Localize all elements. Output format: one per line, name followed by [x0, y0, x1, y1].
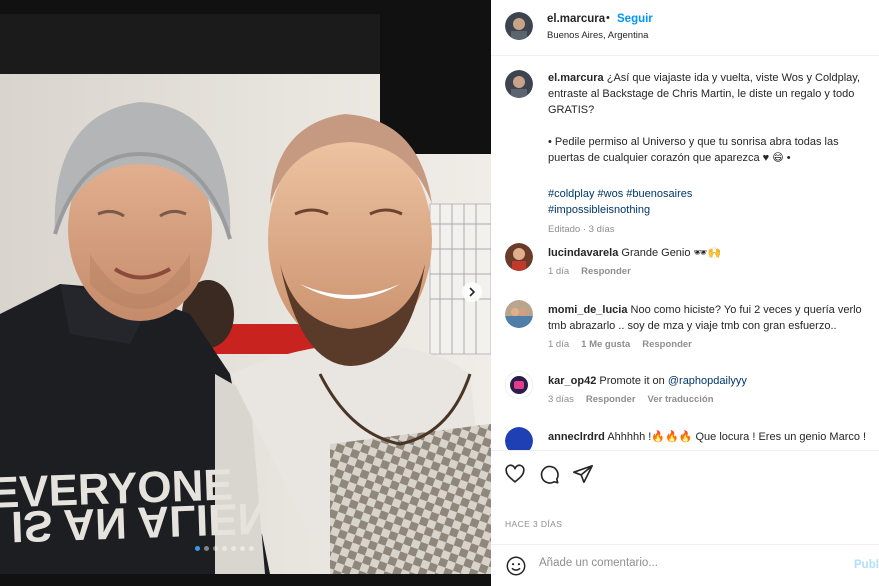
avatar[interactable] — [505, 371, 533, 399]
post-image: EVERYONE IS AN ALIEN — [0, 14, 491, 574]
comment-username[interactable]: momi_de_lucia — [548, 304, 627, 316]
hashtag-link[interactable]: #coldplay — [548, 188, 594, 200]
comment-text: Promote it on — [599, 375, 668, 387]
post-location[interactable]: Buenos Aires, Argentina — [547, 30, 648, 41]
translate-button[interactable]: Ver traducción — [648, 394, 714, 405]
reply-button[interactable]: Responder — [581, 266, 631, 277]
avatar[interactable] — [505, 70, 533, 98]
post-date[interactable]: HACE 3 DÍAS — [505, 519, 562, 529]
post-header: el.marcura • Seguir Buenos Aires, Argent… — [491, 0, 879, 56]
follow-button[interactable]: Seguir — [617, 13, 653, 25]
hashtag-link[interactable]: #impossibleisnothing — [548, 204, 650, 216]
carousel-dot — [222, 546, 227, 551]
avatar[interactable] — [505, 243, 533, 271]
comment-time[interactable]: 1 día — [548, 266, 569, 277]
carousel-dot — [231, 546, 236, 551]
caption-username[interactable]: el.marcura — [548, 72, 604, 84]
svg-text:IS AN ALIEN: IS AN ALIEN — [10, 493, 270, 551]
carousel-next-button[interactable] — [462, 282, 482, 302]
carousel-dot — [240, 546, 245, 551]
reply-button[interactable]: Responder — [642, 339, 692, 350]
heart-icon[interactable] — [504, 463, 526, 485]
comment-icon[interactable] — [538, 463, 560, 485]
hashtag-link[interactable]: #buenosaires — [626, 188, 692, 200]
comment-input[interactable] — [539, 557, 839, 569]
avatar[interactable] — [505, 300, 533, 328]
hashtag-link[interactable]: #wos — [598, 188, 624, 200]
comment-username[interactable]: anneclrdrd — [548, 431, 605, 443]
comment-text: Ahhhhh !🔥🔥🔥 Que locura ! Eres un genio M… — [607, 431, 867, 443]
hashtags: #coldplay #wos #buenosaires #impossiblei… — [548, 186, 878, 218]
avatar[interactable] — [505, 427, 533, 450]
comment-time[interactable]: 3 días — [548, 394, 574, 405]
comment-likes[interactable]: 1 Me gusta — [581, 339, 630, 350]
comment-username[interactable]: kar_op42 — [548, 375, 596, 387]
post-caption: el.marcura ¿Así que viajaste ida y vuelt… — [548, 70, 878, 238]
separator-dot: • — [606, 12, 610, 24]
comment-time[interactable]: 1 día — [548, 339, 569, 350]
post-sidebar: el.marcura • Seguir Buenos Aires, Argent… — [491, 0, 879, 586]
comments-scroll-area[interactable]: el.marcura ¿Así que viajaste ida y vuelt… — [491, 57, 879, 450]
carousel-dot — [195, 546, 200, 551]
mention-link[interactable]: @raphopdailyyy — [668, 375, 747, 387]
publish-button[interactable]: Publicar — [854, 559, 879, 571]
post-actions-bar — [491, 450, 879, 496]
carousel-dot — [204, 546, 209, 551]
reply-button[interactable]: Responder — [586, 394, 636, 405]
avatar[interactable] — [505, 12, 533, 40]
emoji-icon[interactable] — [505, 555, 527, 577]
post-photo[interactable]: EVERYONE IS AN ALIEN — [0, 0, 491, 586]
post-username[interactable]: el.marcura — [547, 13, 605, 25]
comment-username[interactable]: lucindavarela — [548, 247, 618, 259]
carousel-dot — [249, 546, 254, 551]
carousel-dots — [195, 546, 254, 551]
add-comment-bar: Publicar — [491, 544, 879, 586]
caption-meta: Editado · 3 días — [548, 224, 615, 235]
caption-text-2: • Pedile permiso al Universo y que tu so… — [548, 136, 839, 164]
comment-text: Grande Genio 🕶🙌 — [621, 247, 722, 259]
carousel-dot — [213, 546, 218, 551]
chevron-right-icon — [469, 287, 476, 297]
share-icon[interactable] — [572, 463, 594, 485]
